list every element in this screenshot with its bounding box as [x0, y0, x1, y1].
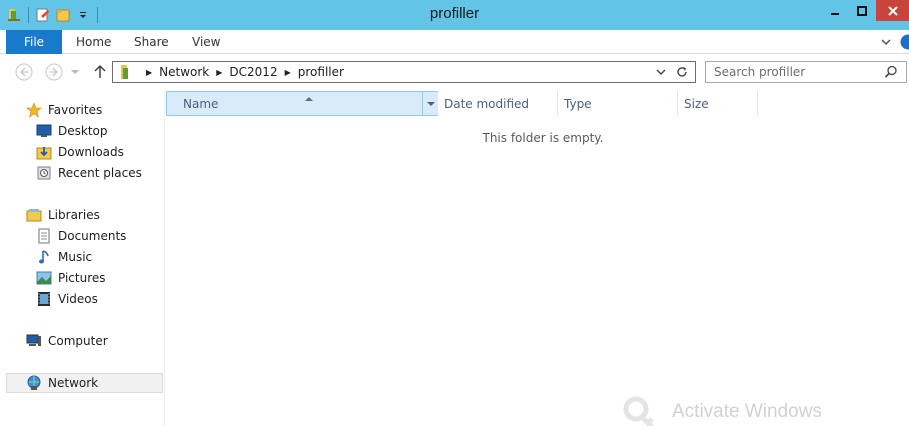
nav-downloads-label: Downloads	[58, 145, 124, 159]
recent-places-icon	[36, 165, 52, 181]
sort-ascending-icon	[304, 91, 314, 101]
tab-file[interactable]: File	[6, 30, 62, 54]
address-history-button[interactable]	[651, 68, 671, 76]
forward-button[interactable]	[44, 62, 64, 82]
search-box[interactable]	[705, 61, 907, 83]
computer-icon	[26, 333, 42, 349]
breadcrumb-network[interactable]: Network	[159, 65, 209, 79]
column-header-size[interactable]: Size	[678, 91, 758, 116]
key-icon	[623, 396, 655, 426]
nav-videos[interactable]: Videos	[36, 289, 98, 309]
column-header-type[interactable]: Type	[558, 91, 678, 116]
forward-arrow-icon	[45, 63, 63, 81]
nav-favorites-label: Favorites	[48, 103, 103, 117]
search-icon[interactable]	[884, 65, 898, 79]
nav-favorites[interactable]: Favorites	[26, 100, 102, 120]
nav-pictures-label: Pictures	[58, 271, 106, 285]
window-title: profiller	[429, 5, 480, 22]
minimize-button[interactable]	[822, 0, 848, 21]
nav-desktop[interactable]: Desktop	[36, 121, 108, 141]
recent-locations-button[interactable]	[68, 62, 82, 82]
star-icon	[26, 102, 42, 118]
libraries-icon	[26, 207, 42, 223]
back-arrow-icon	[15, 63, 33, 81]
column-header-date-modified[interactable]: Date modified	[438, 91, 558, 116]
tab-home[interactable]: Home	[76, 30, 111, 54]
desktop-icon	[36, 123, 52, 139]
tab-share[interactable]: Share	[134, 30, 169, 54]
up-arrow-icon	[94, 64, 106, 78]
chevron-down-icon	[426, 101, 435, 106]
network-location-icon	[117, 64, 133, 80]
help-icon	[900, 34, 909, 50]
nav-recent-places[interactable]: Recent places	[36, 163, 142, 183]
up-button[interactable]	[90, 62, 110, 82]
breadcrumb-arrow-icon[interactable]: ▶	[146, 68, 152, 77]
column-filter-button[interactable]	[422, 92, 438, 115]
breadcrumb-arrow-icon[interactable]: ▶	[216, 68, 222, 77]
downloads-icon	[36, 144, 52, 160]
tab-view[interactable]: View	[192, 30, 220, 54]
pictures-icon	[36, 270, 52, 286]
nav-videos-label: Videos	[58, 292, 98, 306]
navigation-pane: Favorites Desktop Downloads Recent place…	[0, 89, 164, 426]
empty-folder-message: This folder is empty.	[482, 131, 604, 145]
chevron-down-icon	[656, 69, 666, 75]
nav-music[interactable]: Music	[36, 247, 92, 267]
nav-music-label: Music	[58, 250, 93, 264]
chevron-down-icon	[71, 70, 79, 74]
refresh-button[interactable]	[671, 66, 693, 78]
documents-icon	[36, 228, 52, 244]
activation-watermark: Activate Windows	[622, 395, 822, 426]
address-row: ▶ Network ▶ DC2012 ▶ profiller	[0, 55, 909, 89]
help-button[interactable]	[900, 34, 909, 50]
chevron-down-icon	[881, 39, 891, 46]
nav-pictures[interactable]: Pictures	[36, 268, 106, 288]
nav-network-label: Network	[48, 376, 99, 390]
nav-documents[interactable]: Documents	[36, 226, 126, 246]
nav-recent-places-label: Recent places	[58, 166, 142, 180]
address-bar[interactable]: ▶ Network ▶ DC2012 ▶ profiller	[112, 61, 696, 83]
refresh-icon	[677, 67, 687, 77]
breadcrumb-dc2012[interactable]: DC2012	[229, 65, 277, 79]
watermark-text: Activate Windows	[672, 401, 822, 422]
videos-icon	[36, 291, 52, 307]
column-header-name[interactable]: Name	[166, 91, 438, 116]
close-button[interactable]	[876, 0, 909, 21]
back-button[interactable]	[14, 62, 34, 82]
maximize-button[interactable]	[849, 0, 875, 21]
search-input[interactable]	[714, 65, 874, 79]
nav-downloads[interactable]: Downloads	[36, 142, 124, 162]
music-icon	[36, 249, 52, 265]
breadcrumb-arrow-icon[interactable]: ▶	[285, 68, 291, 77]
nav-computer-label: Computer	[48, 334, 108, 348]
ribbon: File Home Share View	[0, 30, 909, 54]
nav-desktop-label: Desktop	[58, 124, 108, 138]
title-bar: profiller	[0, 0, 909, 30]
nav-libraries-label: Libraries	[48, 208, 100, 222]
nav-libraries[interactable]: Libraries	[26, 205, 100, 225]
address-controls	[651, 63, 693, 81]
network-icon	[26, 375, 42, 391]
expand-ribbon-button[interactable]	[880, 34, 892, 50]
nav-network[interactable]: Network	[6, 373, 163, 393]
nav-documents-label: Documents	[58, 229, 127, 243]
nav-computer[interactable]: Computer	[26, 331, 108, 351]
breadcrumb-profiller[interactable]: profiller	[298, 65, 344, 79]
